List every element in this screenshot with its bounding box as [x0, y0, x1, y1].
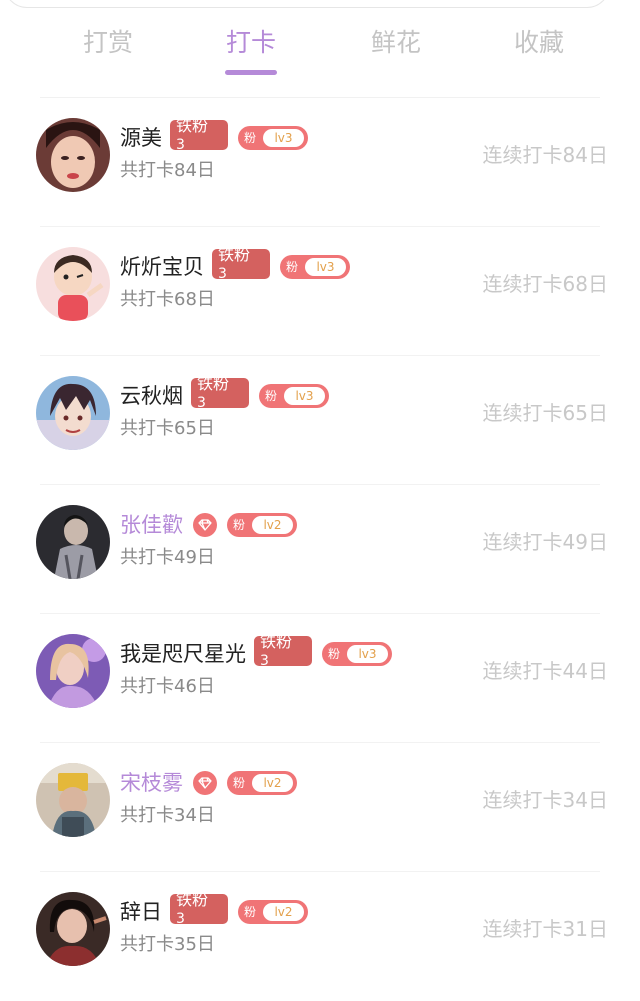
level-badge: 粉 lv3	[238, 126, 308, 150]
name-line: 张佳歡 粉 lv2	[120, 505, 297, 545]
level-value: lv3	[347, 645, 388, 663]
user-name[interactable]: 源美	[120, 118, 162, 158]
diamond-icon	[193, 771, 217, 795]
level-badge: 粉 lv3	[322, 642, 392, 666]
avatar[interactable]	[36, 763, 110, 837]
fan-badge: 铁粉 3	[170, 120, 228, 150]
level-value: lv3	[284, 387, 325, 405]
level-prefix: 粉	[328, 647, 341, 661]
tab-reward[interactable]: 打赏	[48, 18, 168, 68]
list-item[interactable]: 宋枝雾 粉 lv2 共打卡34日 连续打卡34日	[0, 743, 640, 872]
streak-checkins: 连续打卡65日	[482, 401, 608, 425]
fan-badge-title: 铁粉	[197, 378, 230, 393]
level-value: lv2	[252, 774, 293, 792]
avatar[interactable]	[36, 892, 110, 966]
total-checkins: 共打卡84日	[120, 160, 215, 181]
level-badge: 粉 lv2	[227, 771, 297, 795]
level-badge: 粉 lv2	[238, 900, 308, 924]
list-item[interactable]: 云秋烟 铁粉 3 粉 lv3 共打卡65日 连续打卡65日	[0, 356, 640, 485]
diamond-icon	[193, 513, 217, 537]
name-line: 炘炘宝贝 铁粉 3 粉 lv3	[120, 247, 350, 287]
fan-badge-title: 铁粉	[218, 249, 251, 264]
fan-badge: 铁粉 3	[212, 249, 270, 279]
total-checkins: 共打卡65日	[120, 418, 215, 439]
fan-badge-level: 3	[260, 653, 269, 666]
user-name[interactable]: 宋枝雾	[120, 763, 183, 803]
avatar[interactable]	[36, 247, 110, 321]
total-checkins: 共打卡49日	[120, 547, 215, 568]
streak-checkins: 连续打卡84日	[482, 143, 608, 167]
list-item[interactable]: 源美 铁粉 3 粉 lv3 共打卡84日 连续打卡84日	[0, 98, 640, 227]
level-badge: 粉 lv2	[227, 513, 297, 537]
active-tab-indicator	[225, 70, 277, 75]
level-prefix: 粉	[286, 260, 299, 274]
top-strip	[0, 0, 640, 12]
avatar[interactable]	[36, 118, 110, 192]
fan-badge-title: 铁粉	[176, 120, 209, 135]
list-item[interactable]: 我是咫尺星光 铁粉 3 粉 lv3 共打卡46日 连续打卡44日	[0, 614, 640, 743]
list-item[interactable]: 炘炘宝贝 铁粉 3 粉 lv3 共打卡68日 连续打卡68日	[0, 227, 640, 356]
streak-checkins: 连续打卡49日	[482, 530, 608, 554]
level-prefix: 粉	[233, 776, 246, 790]
fan-badge-level: 3	[197, 395, 206, 408]
user-name[interactable]: 云秋烟	[120, 376, 183, 416]
level-prefix: 粉	[244, 905, 257, 919]
streak-checkins: 连续打卡44日	[482, 659, 608, 683]
user-name[interactable]: 我是咫尺星光	[120, 634, 246, 674]
avatar[interactable]	[36, 505, 110, 579]
user-name[interactable]: 辞日	[120, 892, 162, 932]
fan-badge-level: 3	[176, 137, 185, 150]
fan-badge: 铁粉 3	[254, 636, 312, 666]
total-checkins: 共打卡68日	[120, 289, 215, 310]
total-checkins: 共打卡46日	[120, 676, 215, 697]
level-value: lv3	[305, 258, 346, 276]
total-checkins: 共打卡34日	[120, 805, 215, 826]
name-line: 辞日 铁粉 3 粉 lv2	[120, 892, 308, 932]
streak-checkins: 连续打卡34日	[482, 788, 608, 812]
tab-bar: 打赏 打卡 鲜花 收藏	[0, 18, 640, 78]
level-prefix: 粉	[265, 389, 278, 403]
streak-checkins: 连续打卡31日	[482, 917, 608, 941]
fan-badge-title: 铁粉	[260, 636, 293, 651]
fan-badge-level: 3	[218, 266, 227, 279]
fan-badge-level: 3	[176, 911, 185, 924]
search-bar-edge	[4, 0, 610, 8]
fan-badge: 铁粉 3	[191, 378, 249, 408]
level-value: lv2	[263, 903, 304, 921]
total-checkins: 共打卡35日	[120, 934, 215, 955]
name-line: 我是咫尺星光 铁粉 3 粉 lv3	[120, 634, 392, 674]
level-badge: 粉 lv3	[259, 384, 329, 408]
level-badge: 粉 lv3	[280, 255, 350, 279]
name-line: 源美 铁粉 3 粉 lv3	[120, 118, 308, 158]
fan-badge-title: 铁粉	[176, 894, 209, 909]
avatar[interactable]	[36, 634, 110, 708]
tab-flowers[interactable]: 鲜花	[336, 18, 456, 68]
user-name[interactable]: 炘炘宝贝	[120, 247, 204, 287]
name-line: 宋枝雾 粉 lv2	[120, 763, 297, 803]
tab-favorites[interactable]: 收藏	[479, 18, 599, 68]
level-value: lv2	[252, 516, 293, 534]
level-value: lv3	[263, 129, 304, 147]
level-prefix: 粉	[244, 131, 257, 145]
level-prefix: 粉	[233, 518, 246, 532]
streak-checkins: 连续打卡68日	[482, 272, 608, 296]
tab-checkin[interactable]: 打卡	[191, 18, 311, 68]
name-line: 云秋烟 铁粉 3 粉 lv3	[120, 376, 329, 416]
list-item[interactable]: 辞日 铁粉 3 粉 lv2 共打卡35日 连续打卡31日	[0, 872, 640, 1001]
avatar[interactable]	[36, 376, 110, 450]
list-item[interactable]: 张佳歡 粉 lv2 共打卡49日 连续打卡49日	[0, 485, 640, 614]
checkin-list: 源美 铁粉 3 粉 lv3 共打卡84日 连续打卡84日 炘炘宝贝 铁粉 3 粉 lv3	[0, 98, 640, 1001]
fan-badge: 铁粉 3	[170, 894, 228, 924]
user-name[interactable]: 张佳歡	[120, 505, 183, 545]
